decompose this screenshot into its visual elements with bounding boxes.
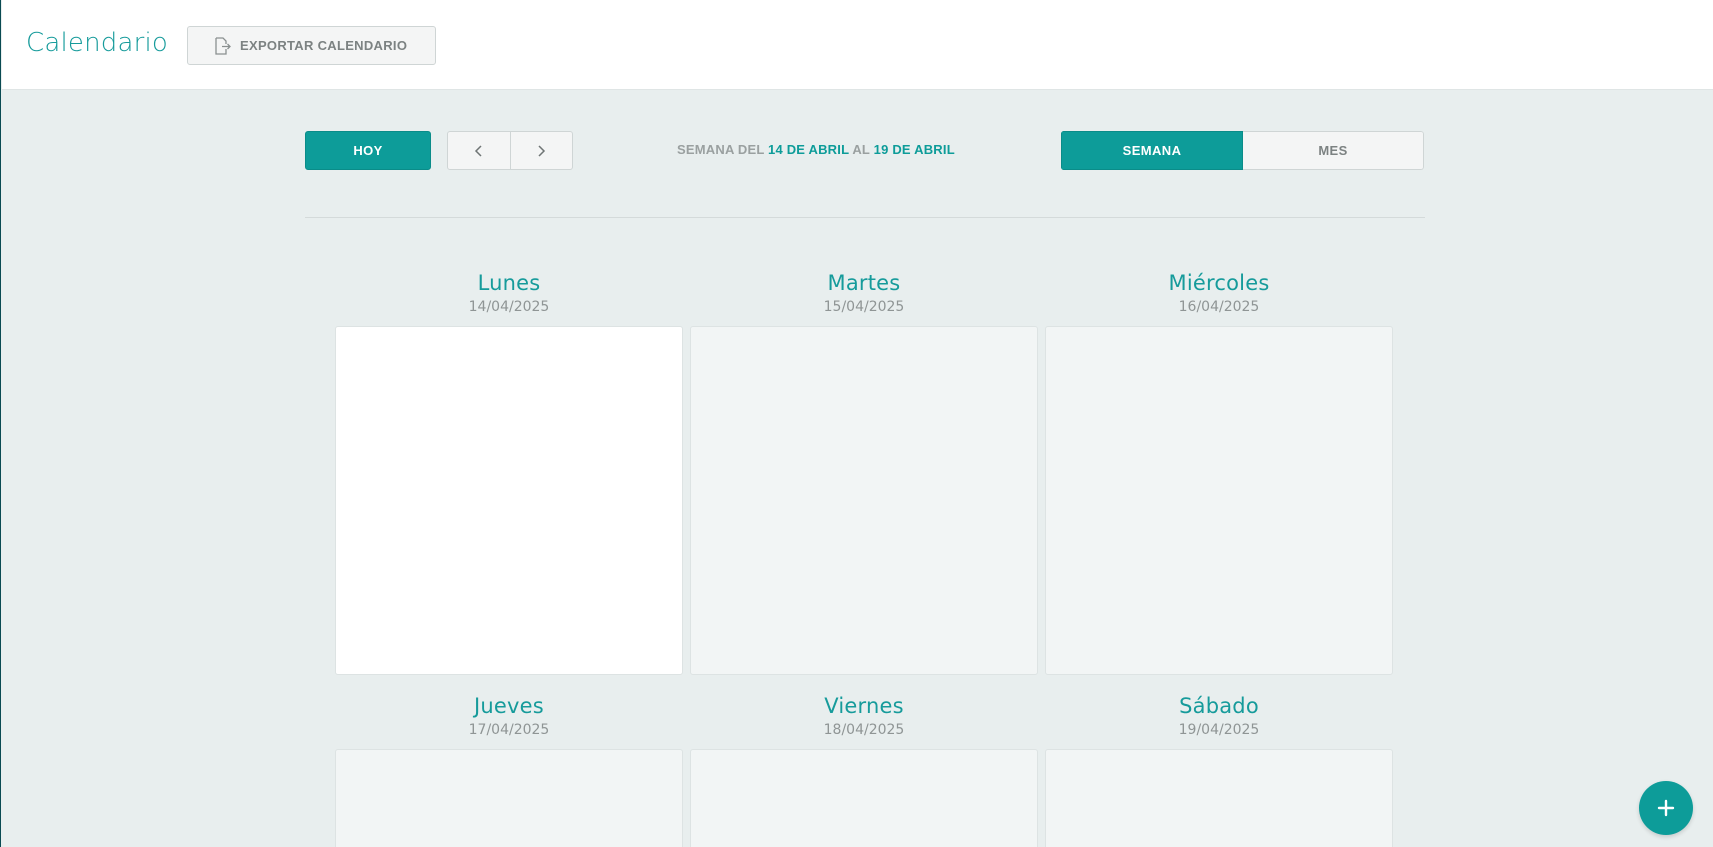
plus-icon [1657,799,1675,817]
add-event-button[interactable] [1639,781,1693,835]
chevron-left-icon [474,144,482,157]
week-range-label: SEMANA DEL 14 DE ABRIL AL 19 DE ABRIL [677,142,955,157]
today-button[interactable]: HOY [305,131,431,170]
day-date: 14/04/2025 [468,299,550,315]
export-calendar-label: EXPORTAR CALENDARIO [240,38,408,53]
day-date: 18/04/2025 [823,722,905,738]
export-calendar-button[interactable]: EXPORTAR CALENDARIO [187,26,436,65]
day-header-viernes: Viernes 18/04/2025 [690,693,1038,740]
day-name: Lunes [477,271,541,295]
day-name: Jueves [474,694,544,718]
view-toggle: SEMANA MES [1061,131,1424,170]
day-header-lunes: Lunes 14/04/2025 [335,270,683,317]
day-name: Miércoles [1168,271,1270,295]
day-header-martes: Martes 15/04/2025 [690,270,1038,317]
day-name: Viernes [824,694,904,718]
today-label: HOY [353,143,383,158]
day-header-jueves: Jueves 17/04/2025 [335,693,683,740]
top-header: Calendario EXPORTAR CALENDARIO [2,0,1713,90]
day-cell-jueves[interactable] [335,749,683,847]
week-range-mid: AL [852,142,870,157]
chevron-right-icon [538,144,546,157]
page-title: Calendario [26,28,169,58]
week-view-button[interactable]: SEMANA [1061,131,1243,170]
week-navigation [447,131,573,170]
toolbar-divider [305,217,1425,218]
calendar-page: Calendario EXPORTAR CALENDARIO HOY SEMAN… [0,0,1713,847]
day-header-sabado: Sábado 19/04/2025 [1045,693,1393,740]
day-name: Martes [827,271,901,295]
day-header-miercoles: Miércoles 16/04/2025 [1045,270,1393,317]
day-date: 17/04/2025 [468,722,550,738]
day-date: 15/04/2025 [823,299,905,315]
day-cell-martes[interactable] [690,326,1038,675]
month-view-button[interactable]: MES [1243,131,1424,170]
day-cell-miercoles[interactable] [1045,326,1393,675]
day-cell-lunes[interactable] [335,326,683,675]
previous-week-button[interactable] [448,132,510,169]
day-cell-sabado[interactable] [1045,749,1393,847]
next-week-button[interactable] [509,132,573,169]
week-range-end: 19 DE ABRIL [873,142,955,157]
day-date: 19/04/2025 [1178,722,1260,738]
day-cell-viernes[interactable] [690,749,1038,847]
week-range-prefix: SEMANA DEL [677,142,765,157]
week-range-start: 14 DE ABRIL [768,142,849,157]
file-export-icon [212,36,232,56]
day-name: Sábado [1179,694,1259,718]
day-date: 16/04/2025 [1178,299,1260,315]
